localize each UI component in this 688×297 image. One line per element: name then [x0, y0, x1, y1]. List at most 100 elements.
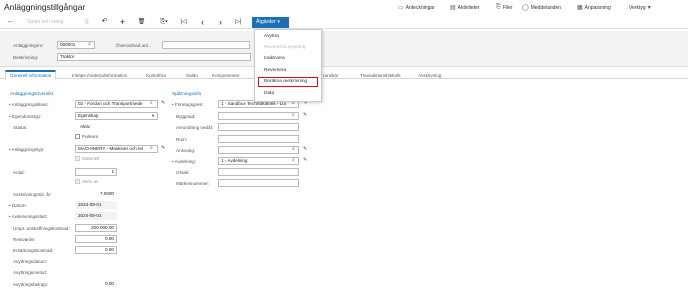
status-label: Status:	[13, 125, 28, 130]
company-branch-label: • Företagsgren:	[172, 102, 204, 107]
undo-icon[interactable]: ↶	[100, 17, 109, 27]
original-cost-field[interactable]: 200 000.00	[75, 224, 117, 232]
menu-item-deactivate[interactable]: Inaktivera	[264, 56, 285, 61]
depreciation-start-label: • Avskrivningsstart:	[9, 214, 48, 219]
topnav-tools[interactable]: Verktyg ▾	[629, 3, 653, 12]
notes-icon: ▭	[398, 5, 404, 11]
responsible-field[interactable]	[218, 146, 299, 154]
useful-life-value: 7.0000	[99, 191, 114, 196]
search-icon[interactable]: ⌕	[88, 41, 91, 47]
menu-item-dispose[interactable]: Avyttra	[264, 34, 279, 39]
asset-type-label: • Anläggningstyp:	[9, 147, 45, 152]
department-label: • Avdelning:	[172, 159, 197, 164]
last-record-icon[interactable]: ▷|	[234, 17, 243, 27]
menu-item-data[interactable]: Data	[264, 91, 274, 96]
responsible-label: Ansvarig:	[176, 148, 196, 153]
ownership-select[interactable]: Egenskap	[75, 112, 158, 120]
edit-icon[interactable]: ✎	[161, 145, 165, 151]
material-label: Materiell	[82, 156, 100, 161]
asset-class-field[interactable]: 02 - Fordon och Transportmede	[75, 100, 158, 108]
write-off-label: Skriv av	[82, 179, 99, 184]
tracking-info-section: Spårningsinfo	[172, 92, 202, 97]
parent-asset-label: Överordnad anl...	[116, 43, 152, 48]
edit-icon[interactable]: ✎	[303, 112, 307, 118]
status-value: Aktiv	[80, 124, 90, 129]
floor-field[interactable]	[218, 123, 299, 131]
tab-other[interactable]: ranskär	[323, 73, 338, 78]
room-field[interactable]	[218, 135, 299, 143]
parent-asset-field[interactable]	[162, 41, 250, 49]
chevron-down-icon: ▾	[277, 19, 280, 25]
building-label: Byggnad:	[176, 114, 196, 119]
save-close-button[interactable]: Spara och stäng	[27, 19, 63, 25]
tab-components[interactable]: Komponenter	[212, 73, 240, 78]
original-cost-label: Urspr. anskaffningskostnad:	[13, 226, 70, 231]
topnav-notifications[interactable]: ◯ Meddelanden	[522, 3, 561, 12]
disposal-amount-label: Avyttringsbelopp:	[13, 282, 49, 287]
tab-accounting[interactable]: Kontoföra	[146, 73, 166, 78]
quantity-field[interactable]: 1	[75, 168, 117, 176]
tag-number-label: Märkesnummer:	[176, 181, 210, 186]
tab-depreciation[interactable]: Avskrivning	[418, 73, 441, 78]
edit-icon[interactable]: ✎	[303, 157, 307, 163]
room-label: Rum:	[176, 137, 187, 142]
save-icon[interactable]: 🖫	[82, 17, 91, 27]
actions-button[interactable]: Åtgärder ▾	[252, 17, 289, 28]
building-field[interactable]	[218, 112, 299, 120]
depreciation-start-field[interactable]: 2024-09-01	[75, 212, 117, 220]
topnav-customize[interactable]: ▦ Anpassning	[577, 3, 611, 12]
add-icon[interactable]: +	[118, 17, 127, 27]
asset-overview-section: Anläggningsöversikt	[10, 92, 53, 97]
previous-record-icon[interactable]: ‹	[198, 17, 207, 27]
edit-icon[interactable]: ✎	[303, 146, 307, 152]
asset-class-label: • Anläggningsklass:	[9, 102, 49, 107]
next-record-icon[interactable]: ›	[216, 17, 225, 27]
tab-transaction-history[interactable]: Transaktionshistorik	[360, 73, 401, 78]
highlight-box	[258, 77, 318, 87]
reason-label: Orsak:	[176, 170, 190, 175]
notifications-icon: ◯	[522, 5, 529, 11]
write-off-checkbox[interactable]	[75, 179, 80, 184]
parked-checkbox[interactable]	[75, 134, 80, 139]
tab-general[interactable]: Generell information	[5, 70, 57, 80]
ownership-label: • Egendomstyp:	[9, 114, 42, 119]
asset-type-field[interactable]: MACHINERY - Maskiner och tel	[75, 145, 158, 153]
disposal-method-label: Avyttringsmetod:	[13, 270, 48, 275]
search-icon[interactable]: ⌕	[292, 157, 295, 163]
tag-number-field[interactable]	[218, 179, 299, 187]
summary-panel	[0, 31, 688, 67]
search-icon[interactable]: ⌕	[292, 112, 295, 118]
search-icon[interactable]: ⌕	[150, 100, 153, 106]
topnav-activities[interactable]: ▤ Aktiviteter	[450, 3, 480, 12]
quantity-label: Antal:	[13, 170, 25, 175]
menu-item-reverse[interactable]: Reversera	[264, 68, 286, 73]
disposal-amount-value: 0.00	[105, 281, 114, 286]
date-field[interactable]: 2024-09-01	[75, 201, 117, 209]
tab-purchase[interactable]: Inköps-/materialinformation	[72, 73, 127, 78]
department-field[interactable]: 1 - Avdelning	[218, 157, 299, 165]
menu-item-reverse-disposal[interactable]: Reversera avyttring	[264, 45, 306, 50]
customize-icon: ▦	[577, 5, 583, 11]
description-field[interactable]: Traktor	[57, 53, 251, 61]
back-icon[interactable]: ←	[6, 17, 15, 27]
first-record-icon[interactable]: |◁	[179, 17, 188, 27]
copy-icon[interactable]: ⎘▾	[157, 17, 171, 27]
topnav-notes[interactable]: ▭ Anteckningar	[398, 3, 435, 12]
replacement-cost-field[interactable]: 0.00	[75, 246, 117, 254]
search-icon[interactable]: ⌕	[150, 145, 153, 151]
material-checkbox[interactable]	[75, 156, 80, 161]
topnav-files[interactable]: ⎘ Filer	[496, 3, 513, 12]
search-icon[interactable]: ⌕	[292, 146, 295, 152]
tab-balance[interactable]: Saldo	[186, 73, 198, 78]
residual-value-field[interactable]: 0.00	[75, 235, 117, 243]
files-icon: ⎘	[496, 4, 501, 10]
delete-icon[interactable]: 🗑	[137, 17, 146, 27]
parked-label: Parkera	[82, 134, 99, 139]
edit-icon[interactable]: ✎	[161, 100, 165, 106]
reason-field[interactable]	[218, 168, 299, 176]
disposal-date-label: Avyttringsdatum:	[13, 259, 48, 264]
page-title: Anläggningstillgångar	[4, 2, 86, 12]
asset-no-label: Anläggningsnr:	[13, 43, 44, 48]
activities-icon: ▤	[450, 5, 456, 11]
description-label: Beskrivning:	[13, 55, 39, 60]
